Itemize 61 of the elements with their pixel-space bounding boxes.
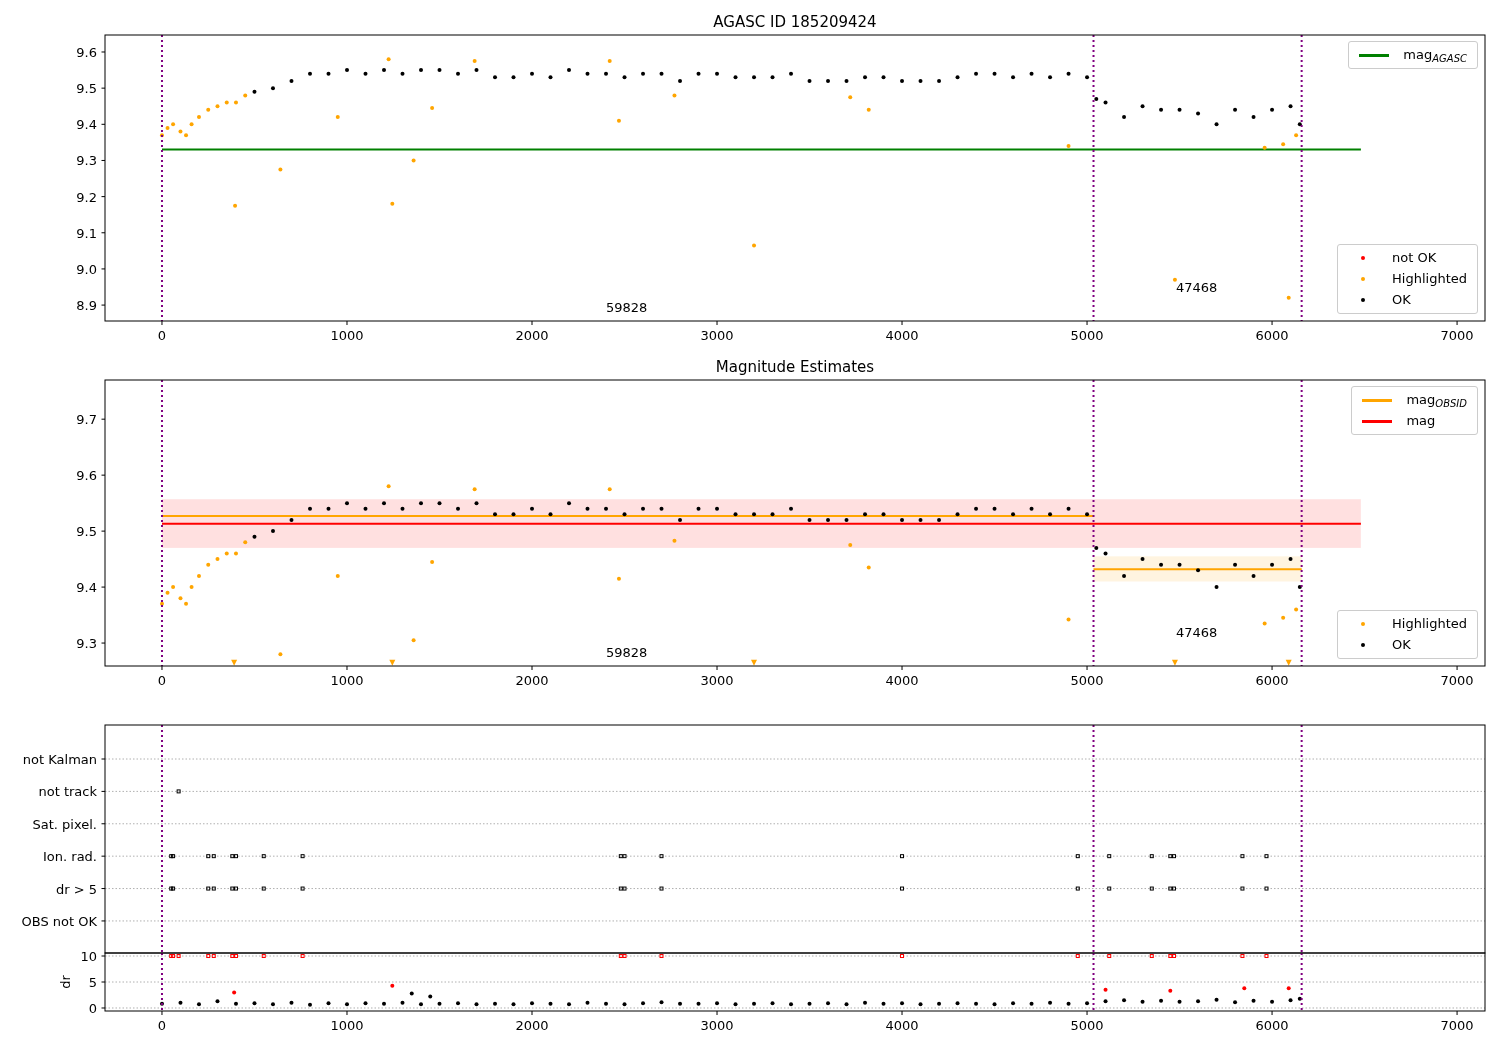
chart-title: Magnitude Estimates xyxy=(715,358,875,376)
tick-label: 1000 xyxy=(330,328,364,343)
chart-title: AGASC ID 185209424 xyxy=(713,13,877,31)
tick-label: 9.4 xyxy=(76,117,97,133)
tick-label: 4000 xyxy=(885,673,919,688)
tick-label: 2000 xyxy=(515,673,549,688)
tick-label: 9.1 xyxy=(76,225,97,241)
legend-label: mag xyxy=(1406,413,1436,429)
tick-label: 5000 xyxy=(1070,673,1104,688)
tick-label: 0 xyxy=(157,1018,167,1033)
tick-label: 9.4 xyxy=(76,580,97,596)
tick-label: 9.3 xyxy=(76,636,97,652)
legend-label: Highlighted xyxy=(1392,271,1467,287)
tick-label: OBS not OK xyxy=(21,913,97,929)
legend-label: mag$_{OBSID}$ xyxy=(1406,392,1467,408)
tick-label: 6000 xyxy=(1255,1018,1289,1033)
tick-label: 10 xyxy=(80,949,97,964)
axis-label: dr xyxy=(58,975,73,989)
tick-label: 7000 xyxy=(1440,673,1474,688)
tick-label: 0 xyxy=(157,673,167,688)
tick-label: 9.5 xyxy=(76,524,97,540)
tick-label: 0 xyxy=(157,328,167,343)
legend-label: mag$_{AGASC}$ xyxy=(1403,47,1467,63)
tick-label: 5000 xyxy=(1070,328,1104,343)
tick-label: 1000 xyxy=(330,1018,364,1033)
annotation-label: 47468 xyxy=(1176,625,1218,640)
tick-label: 3000 xyxy=(700,1018,734,1033)
tick-label: Sat. pixel. xyxy=(32,816,97,832)
tick-label: 9.6 xyxy=(76,45,97,60)
tick-label: 5 xyxy=(88,975,97,990)
tick-label: not Kalman xyxy=(22,752,97,767)
legend-label: not OK xyxy=(1392,250,1437,266)
tick-label: 9.0 xyxy=(76,261,97,277)
tick-label: 2000 xyxy=(515,1018,549,1033)
tick-label: 9.3 xyxy=(76,153,97,169)
annotation-label: 47468 xyxy=(1176,280,1218,295)
tick-label: 7000 xyxy=(1440,1018,1474,1033)
tick-label: 9.2 xyxy=(76,189,97,205)
annotation-label: 59828 xyxy=(606,300,648,315)
tick-label: not track xyxy=(38,784,97,800)
tick-label: 5000 xyxy=(1070,1018,1104,1033)
annotation-label: 59828 xyxy=(606,645,648,660)
tick-label: 3000 xyxy=(700,328,734,343)
legend-label: OK xyxy=(1392,637,1411,653)
tick-label: 8.9 xyxy=(76,298,97,314)
legend-label: Highlighted xyxy=(1392,616,1467,632)
tick-label: 0 xyxy=(88,1001,97,1016)
tick-label: 4000 xyxy=(885,328,919,343)
tick-label: 7000 xyxy=(1440,328,1474,343)
tick-label: 6000 xyxy=(1255,673,1289,688)
tick-label: 9.5 xyxy=(76,81,97,97)
tick-label: 2000 xyxy=(515,328,549,343)
tick-label: dr > 5 xyxy=(55,881,97,897)
tick-label: 1000 xyxy=(330,673,364,688)
tick-label: 4000 xyxy=(885,1018,919,1033)
tick-label: 9.6 xyxy=(76,468,97,484)
tick-label: 3000 xyxy=(700,673,734,688)
tick-label: Ion. rad. xyxy=(43,849,97,865)
tick-label: 9.7 xyxy=(76,412,97,428)
legend-label: OK xyxy=(1392,292,1411,308)
tick-label: 6000 xyxy=(1255,328,1289,343)
